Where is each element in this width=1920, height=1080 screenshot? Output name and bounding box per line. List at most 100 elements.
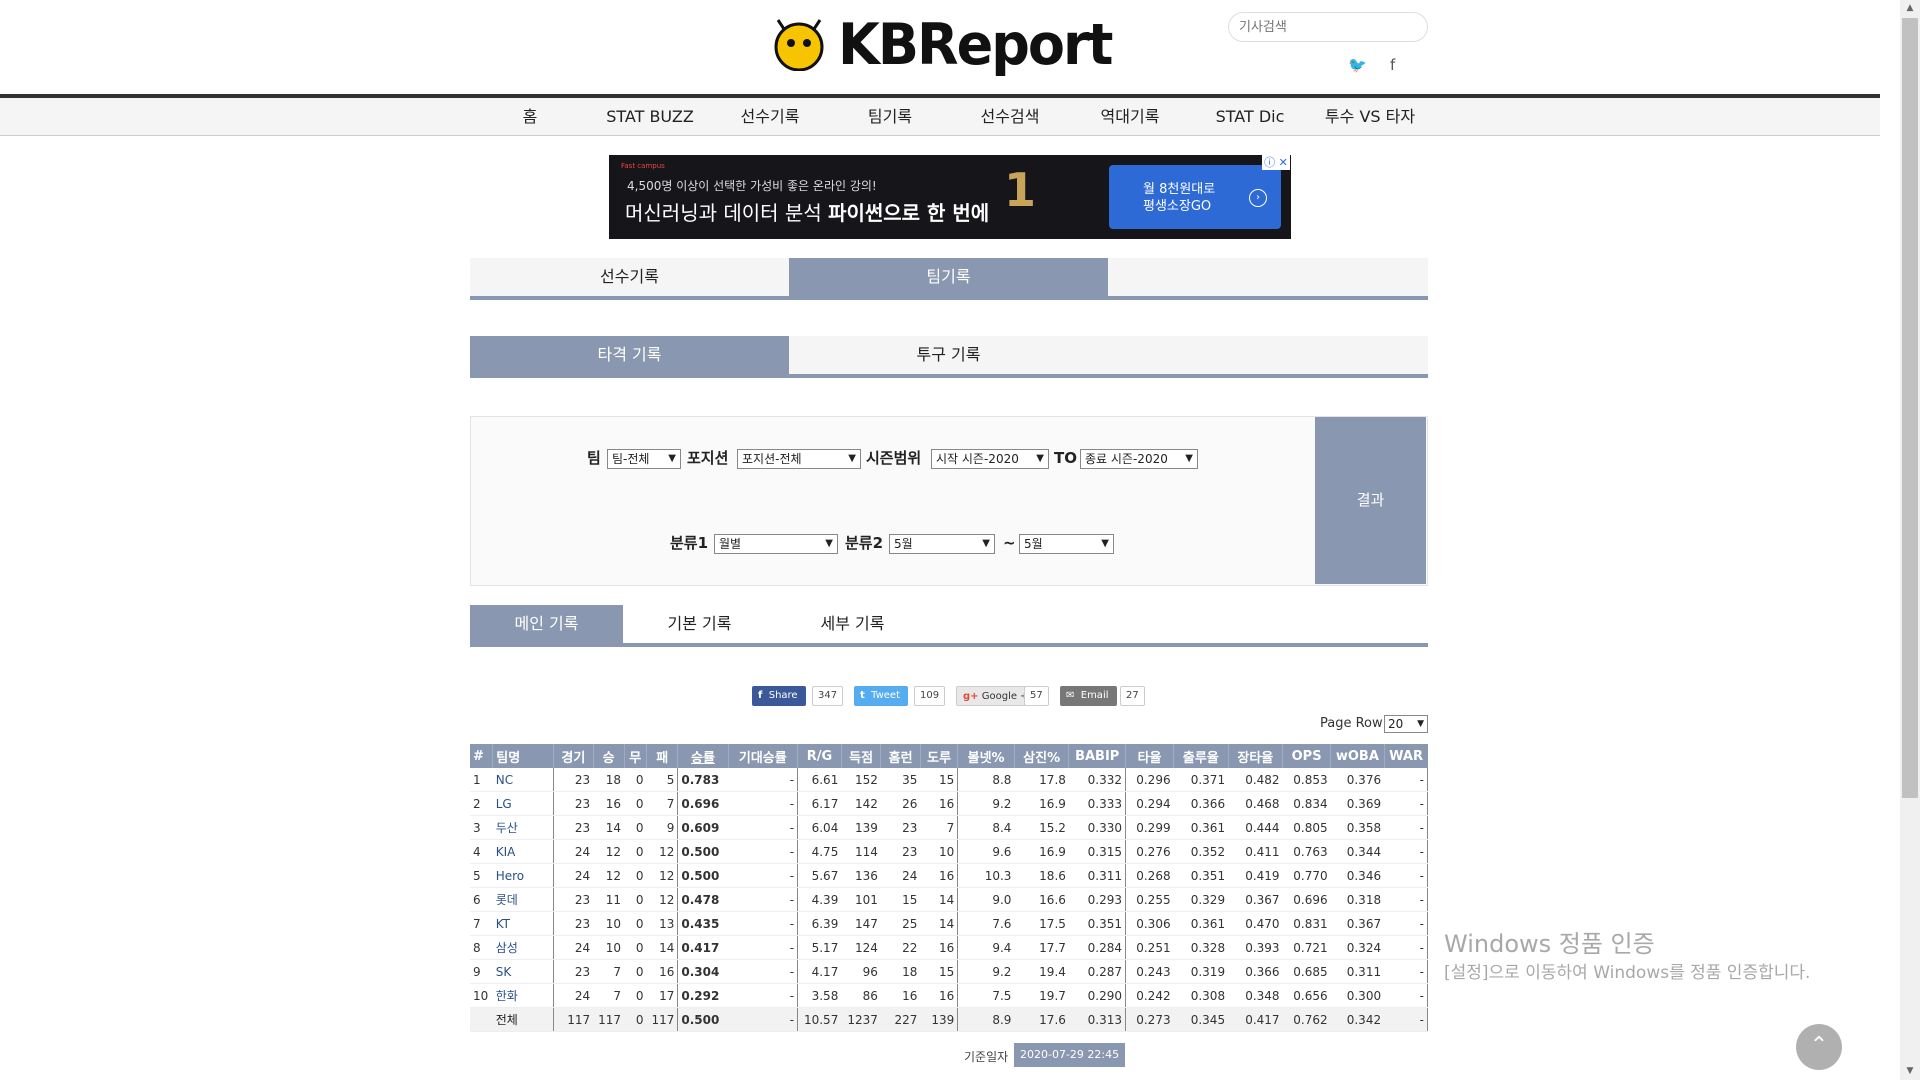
col-wins[interactable]: 승 bbox=[593, 744, 625, 768]
ad-cta-button[interactable]: 월 8천원대로 평생소장GO › bbox=[1109, 165, 1281, 229]
ad-close-icon[interactable]: ⓘ ✕ bbox=[1262, 155, 1290, 170]
table-cell: 16 bbox=[920, 983, 959, 1008]
table-cell: 16.6 bbox=[1014, 887, 1069, 912]
table-cell: 7 bbox=[470, 911, 493, 936]
col-runs[interactable]: 득점 bbox=[841, 744, 882, 768]
table-cell: 16 bbox=[593, 791, 625, 816]
season-end-select[interactable]: 종료 시즌-2020 ▼ bbox=[1080, 449, 1198, 469]
table-cell: - bbox=[1384, 983, 1429, 1008]
col-k-pct[interactable]: 삼진% bbox=[1014, 744, 1070, 768]
table-cell: 0.478 bbox=[677, 887, 729, 912]
team-name-cell[interactable]: Hero bbox=[492, 863, 555, 888]
filter-panel bbox=[470, 416, 1428, 586]
nav-stat-buzz[interactable]: STAT BUZZ bbox=[590, 104, 710, 130]
col-stolen-bases[interactable]: 도루 bbox=[920, 744, 959, 768]
nav-stat-dic[interactable]: STAT Dic bbox=[1190, 104, 1310, 130]
position-select[interactable]: 포지션-전체 ▼ bbox=[737, 449, 861, 469]
category2-to-select[interactable]: 5월 ▼ bbox=[1019, 534, 1114, 554]
team-name-cell[interactable]: 한화 bbox=[492, 983, 555, 1008]
col-avg[interactable]: 타율 bbox=[1125, 744, 1175, 768]
table-cell: 2 bbox=[470, 791, 493, 816]
ad-banner[interactable]: Fast campus 4,500명 이상이 선택한 가성비 좋은 온라인 강의… bbox=[609, 155, 1291, 239]
email-share-button[interactable]: ✉ Email bbox=[1060, 686, 1117, 706]
team-name-cell[interactable]: KT bbox=[492, 911, 555, 936]
season-start-select[interactable]: 시작 시즌-2020 ▼ bbox=[931, 449, 1049, 469]
col-draws[interactable]: 무 bbox=[624, 744, 647, 768]
col-home-runs[interactable]: 홈런 bbox=[880, 744, 921, 768]
nav-all-time-records[interactable]: 역대기록 bbox=[1070, 104, 1190, 130]
table-cell: 0.361 bbox=[1173, 911, 1229, 936]
tab-main-records[interactable]: 메인 기록 bbox=[470, 605, 623, 643]
col-obp[interactable]: 출루율 bbox=[1173, 744, 1229, 768]
col-babip[interactable]: BABIP bbox=[1068, 744, 1127, 768]
windows-activation-title: Windows 정품 인증 bbox=[1444, 930, 1655, 958]
article-search-input[interactable] bbox=[1228, 12, 1428, 42]
table-cell: - bbox=[728, 791, 799, 816]
tab-player-records[interactable]: 선수기록 bbox=[470, 258, 789, 296]
col-ops[interactable]: OPS bbox=[1282, 744, 1332, 768]
tab-detail-records[interactable]: 세부 기록 bbox=[776, 605, 929, 643]
team-name-cell[interactable]: 전체 bbox=[492, 1007, 555, 1032]
table-cell: 0.685 bbox=[1282, 959, 1331, 984]
tab-team-records[interactable]: 팀기록 bbox=[789, 258, 1108, 296]
team-name-cell[interactable]: 삼성 bbox=[492, 935, 555, 960]
scrollbar-thumb[interactable] bbox=[1902, 18, 1918, 798]
twitter-icon[interactable]: 🐦 bbox=[1348, 56, 1367, 74]
table-cell: 0.315 bbox=[1068, 839, 1127, 864]
col-runs-per-game[interactable]: R/G bbox=[797, 744, 842, 768]
facebook-share-button[interactable]: f Share bbox=[752, 686, 806, 706]
team-name-cell[interactable]: LG bbox=[492, 791, 555, 816]
tab-batting[interactable]: 타격 기록 bbox=[470, 336, 789, 374]
nav-team-records[interactable]: 팀기록 bbox=[830, 104, 950, 130]
scroll-down-icon[interactable]: ▼ bbox=[1900, 1063, 1920, 1080]
table-cell: 0.435 bbox=[677, 911, 729, 936]
category1-select[interactable]: 월별 ▼ bbox=[714, 534, 838, 554]
category2-from-select[interactable]: 5월 ▼ bbox=[889, 534, 995, 554]
table-cell: 0.721 bbox=[1282, 935, 1331, 960]
facebook-icon[interactable]: f bbox=[1390, 56, 1395, 74]
nav-pitcher-vs-batter[interactable]: 투수 VS 타자 bbox=[1310, 104, 1430, 130]
site-logo[interactable]: KBReport bbox=[770, 11, 1115, 77]
col-war[interactable]: WAR bbox=[1384, 744, 1428, 768]
col-win-pct[interactable]: 승률 bbox=[677, 744, 729, 768]
table-cell: 0.292 bbox=[677, 983, 729, 1008]
tab-basic-records[interactable]: 기본 기록 bbox=[623, 605, 776, 643]
result-button[interactable]: 결과 bbox=[1315, 417, 1426, 584]
chevron-down-icon: ▼ bbox=[1036, 453, 1044, 464]
table-cell: 18 bbox=[593, 768, 625, 792]
col-team[interactable]: 팀명 bbox=[492, 744, 555, 768]
col-bb-pct[interactable]: 볼넷% bbox=[957, 744, 1015, 768]
nav-player-search[interactable]: 선수검색 bbox=[950, 104, 1070, 130]
col-slg[interactable]: 장타율 bbox=[1228, 744, 1284, 768]
table-total-row: 전체 117 117 0 117 0.500-10.57 1237 227 139 8.9 17.6… bbox=[470, 1007, 1429, 1032]
col-games[interactable]: 경기 bbox=[553, 744, 594, 768]
nav-home[interactable]: 홈 bbox=[470, 104, 590, 130]
team-name-cell[interactable]: 롯데 bbox=[492, 887, 555, 912]
col-losses[interactable]: 패 bbox=[646, 744, 679, 768]
table-cell: 0.361 bbox=[1173, 815, 1229, 840]
team-select[interactable]: 팀-전체 ▼ bbox=[607, 449, 681, 469]
tab-pitching[interactable]: 투구 기록 bbox=[789, 336, 1108, 374]
table-cell: 0.308 bbox=[1173, 983, 1229, 1008]
nav-player-records[interactable]: 선수기록 bbox=[710, 104, 830, 130]
team-name-cell[interactable]: 두산 bbox=[492, 815, 555, 840]
table-cell: 124 bbox=[841, 935, 881, 960]
table-cell: 12 bbox=[646, 887, 679, 912]
scroll-up-icon[interactable]: ▲ bbox=[1900, 0, 1920, 17]
team-name-cell[interactable]: SK bbox=[492, 959, 555, 984]
team-name-cell[interactable]: NC bbox=[492, 768, 555, 792]
col-woba[interactable]: wOBA bbox=[1330, 744, 1385, 768]
table-cell: 7 bbox=[593, 959, 625, 984]
table-cell: 139 bbox=[920, 1007, 959, 1032]
twitter-tweet-button[interactable]: t Tweet bbox=[854, 686, 908, 706]
table-cell: 16 bbox=[920, 863, 959, 888]
table-cell: 0 bbox=[624, 791, 647, 816]
col-expected-win-pct[interactable]: 기대승률 bbox=[728, 744, 799, 768]
team-name-cell[interactable]: KIA bbox=[492, 839, 555, 864]
season-end-value: 종료 시즌-2020 bbox=[1085, 452, 1168, 466]
back-to-top-button[interactable]: ⌃ bbox=[1796, 1024, 1842, 1070]
page-row-select[interactable]: 20 ▼ bbox=[1384, 715, 1428, 733]
table-cell: 0.358 bbox=[1330, 815, 1385, 840]
table-header-row: # 팀명 경기 승 무 패 승률 기대승률 R/G 득점 홈런 도루 볼넷% 삼… bbox=[470, 744, 1428, 768]
table-cell: 117 bbox=[553, 1007, 594, 1032]
